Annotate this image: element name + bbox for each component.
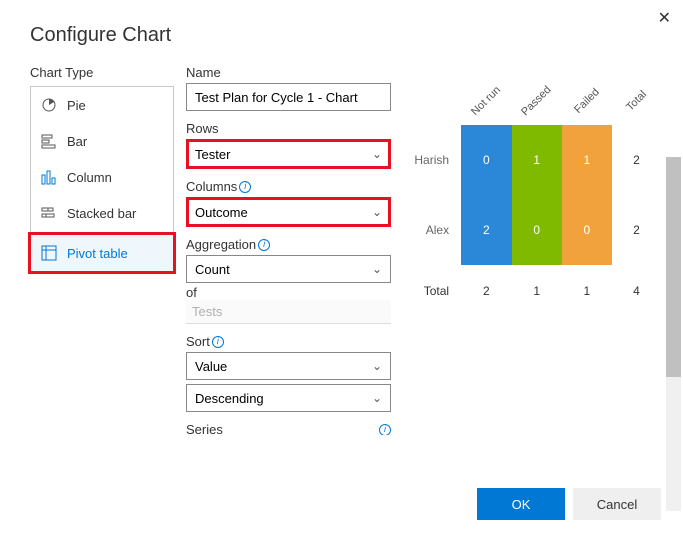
series-label: Seriesi [186, 422, 391, 435]
sort-dir-select[interactable]: Descending ⌄ [186, 384, 391, 412]
chart-type-list: Pie Bar Column Stacked bar Pi [30, 86, 174, 272]
bar-icon [41, 133, 57, 149]
config-form: Name Rows Tester ⌄ Columnsi Outcome ⌄ Ag… [186, 65, 398, 435]
columns-select[interactable]: Outcome ⌄ [186, 197, 391, 227]
chart-type-pie[interactable]: Pie [31, 87, 173, 123]
row-header: Total [406, 265, 461, 317]
sort-by-select[interactable]: Value ⌄ [186, 352, 391, 380]
pivot-cell: 0 [512, 195, 562, 265]
rows-label: Rows [186, 121, 398, 136]
col-header: Passed [520, 84, 554, 118]
pivot-cell: 2 [461, 265, 511, 317]
pivot-preview-table: Not run Passed Failed Total Harish 0 1 1… [406, 75, 661, 317]
stackedbar-icon [41, 205, 57, 221]
rows-select[interactable]: Tester ⌄ [186, 139, 391, 169]
chevron-down-icon: ⌄ [372, 205, 382, 219]
pivottable-icon [41, 245, 57, 261]
chart-type-bar[interactable]: Bar [31, 123, 173, 159]
of-input [186, 300, 391, 324]
pivot-cell: 1 [562, 265, 612, 317]
chart-type-label-text: Pie [67, 98, 86, 113]
columns-label: Columnsi [186, 179, 398, 194]
sort-label: Sorti [186, 334, 398, 349]
cancel-button[interactable]: Cancel [573, 488, 661, 520]
scrollbar[interactable] [666, 157, 681, 511]
name-label: Name [186, 65, 398, 80]
col-header: Total [624, 89, 649, 114]
column-icon [41, 169, 57, 185]
pie-icon [41, 97, 57, 113]
pivot-cell: 0 [461, 125, 511, 195]
pivot-cell: 2 [461, 195, 511, 265]
pivot-cell: 0 [562, 195, 612, 265]
chart-type-column[interactable]: Column [31, 159, 173, 195]
chart-type-label-text: Stacked bar [67, 206, 136, 221]
pivot-cell: 4 [612, 265, 661, 317]
chart-type-panel: Chart Type Pie Bar Column Stacked bar [30, 65, 174, 435]
info-icon[interactable]: i [212, 336, 224, 348]
chart-type-label: Chart Type [30, 65, 174, 80]
pivot-cell: 1 [512, 265, 562, 317]
ok-button[interactable]: OK [477, 488, 565, 520]
dialog-title: Configure Chart [0, 0, 683, 65]
row-header: Harish [406, 125, 461, 195]
aggregation-select[interactable]: Count ⌄ [186, 255, 391, 283]
chart-type-pivottable[interactable]: Pivot table [31, 235, 173, 271]
name-input[interactable] [186, 83, 391, 111]
info-icon[interactable]: i [379, 424, 391, 436]
chevron-down-icon: ⌄ [372, 391, 382, 405]
chevron-down-icon: ⌄ [372, 359, 382, 373]
pivot-cell: 1 [512, 125, 562, 195]
pivot-cell: 2 [612, 125, 661, 195]
info-icon[interactable]: i [258, 239, 270, 251]
pivot-cell: 2 [612, 195, 661, 265]
of-label: of [186, 285, 398, 300]
chevron-down-icon: ⌄ [372, 147, 382, 161]
configure-chart-dialog: ✕ Configure Chart Chart Type Pie Bar Col… [0, 0, 683, 536]
chart-type-label-text: Column [67, 170, 112, 185]
chevron-down-icon: ⌄ [372, 262, 382, 276]
chart-type-label-text: Pivot table [67, 246, 128, 261]
col-header: Not run [469, 84, 503, 118]
chart-type-stackedbar[interactable]: Stacked bar [31, 195, 173, 231]
info-icon[interactable]: i [239, 181, 251, 193]
dialog-footer: OK Cancel [477, 488, 661, 520]
pivot-cell: 1 [562, 125, 612, 195]
close-icon[interactable]: ✕ [658, 8, 671, 28]
chart-type-label-text: Bar [67, 134, 87, 149]
row-header: Alex [406, 195, 461, 265]
col-header: Failed [572, 86, 602, 116]
aggregation-label: Aggregationi [186, 237, 398, 252]
chart-preview: Not run Passed Failed Total Harish 0 1 1… [398, 65, 683, 435]
